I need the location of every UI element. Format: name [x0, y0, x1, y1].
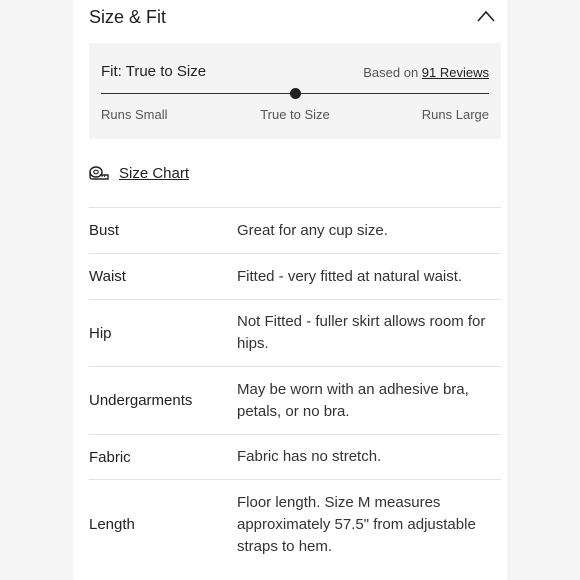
row-value: Fabric has no stretch. — [237, 448, 382, 465]
table-row: Bust Great for any cup size. — [89, 207, 501, 253]
fit-label: Fit: True to Size — [101, 63, 206, 80]
reviews-prefix: Based on — [363, 65, 422, 80]
chevron-up-icon[interactable] — [477, 10, 495, 22]
row-label: Undergarments — [89, 392, 193, 409]
table-row: Fabric Fabric has no stretch. — [89, 434, 501, 479]
fit-prefix: Fit: — [101, 63, 126, 80]
row-label: Waist — [89, 268, 126, 285]
row-value: Fitted - very fitted at natural waist. — [237, 267, 463, 285]
size-fit-panel: Size & Fit Fit: True to Size Based on 91… — [73, 0, 507, 580]
measuring-tape-icon — [89, 166, 109, 180]
reviews-count: Based on 91 Reviews — [363, 65, 489, 80]
fit-value: True to Size — [125, 63, 207, 80]
row-label: Length — [89, 516, 135, 533]
reviews-link[interactable]: 91 Reviews — [422, 65, 489, 80]
size-chart-label: Size Chart — [119, 164, 190, 182]
row-value: May be worn with an adhesive bra, petals… — [237, 380, 469, 420]
table-row: Length Floor length. Size M measures app… — [89, 479, 501, 569]
row-label: Bust — [89, 222, 120, 239]
table-row: Undergarments May be worn with an adhesi… — [89, 366, 501, 434]
row-value: Not Fitted - fuller skirt allows room fo… — [237, 313, 486, 352]
row-label: Fabric — [89, 448, 131, 466]
row-value: Floor length. Size M measures approximat… — [237, 493, 476, 555]
row-value: Great for any cup size. — [237, 221, 388, 239]
size-chart-link[interactable]: Size Chart — [89, 163, 189, 183]
row-label: Hip — [89, 324, 112, 342]
table-row: Waist Fitted - very fitted at natural wa… — [89, 253, 501, 299]
fit-details-table: Bust Great for any cup size. Waist Fitte… — [89, 207, 501, 569]
table-row: Hip Not Fitted - fuller skirt allows roo… — [89, 299, 501, 366]
scale-label-runs-large: Runs Large — [421, 107, 489, 122]
fit-scale-marker — [289, 88, 301, 99]
section-header[interactable]: Size & Fit — [89, 0, 501, 36]
fit-summary: Fit: True to Size Based on 91 Reviews Ru… — [89, 43, 501, 139]
section-title: Size & Fit — [89, 7, 167, 27]
